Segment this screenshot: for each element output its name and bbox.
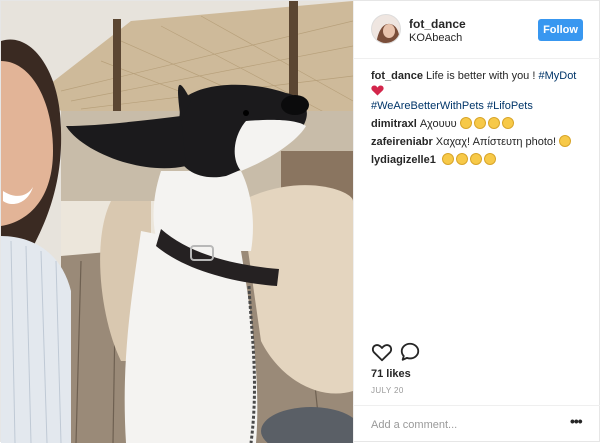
comment-icon[interactable] [399, 341, 423, 365]
smiling-emoji-icon [559, 135, 572, 147]
likes-count[interactable]: 71 likes [371, 368, 411, 380]
face-emoji-icon [487, 117, 500, 129]
header-location[interactable]: KOAbeach [409, 32, 462, 44]
hashtag-wearebetterwithpets[interactable]: #WeAreBetterWithPets [371, 100, 484, 112]
cat-emoji-icon [441, 153, 454, 165]
post-photo[interactable] [1, 1, 353, 443]
add-comment-bar: ••• [354, 405, 600, 443]
dog-photo-illustration [1, 1, 353, 443]
header-username[interactable]: fot_dance [409, 17, 466, 31]
face-emoji-icon [501, 117, 514, 129]
instagram-post: fot_dance KOAbeach Follow fot_dance Life … [0, 0, 600, 443]
post-date: JULY 20 [371, 386, 404, 395]
smiling-emoji-icon [459, 117, 472, 129]
smiling-emoji-icon [473, 117, 486, 129]
post-header: fot_dance KOAbeach Follow [354, 1, 600, 59]
comment-username[interactable]: zafeireniabr [371, 136, 433, 148]
cat-emoji-icon [455, 153, 468, 165]
avatar[interactable] [371, 14, 401, 44]
avatar-image [372, 15, 400, 43]
comment-username[interactable]: lydiagizelle1 [371, 154, 436, 166]
heart-icon[interactable] [371, 341, 395, 365]
heart-emoji-icon [371, 85, 384, 96]
caption-text: Life is better with you ! [425, 70, 539, 82]
comments-list: fot_dance Life is better with you ! #MyDo… [371, 69, 593, 171]
caption: fot_dance Life is better with you ! #MyDo… [371, 69, 593, 114]
add-comment-input[interactable] [371, 416, 551, 434]
cat-emoji-icon [469, 153, 482, 165]
hashtag-lifopets[interactable]: #LifoPets [487, 100, 533, 112]
comment-item: dimitraxl Αχουυυ [371, 117, 593, 132]
comment-text: Χαχαχ! Απίστευτη photo! [435, 136, 557, 148]
comment-username[interactable]: dimitraxl [371, 118, 417, 130]
comment-item: zafeireniabr Χαχαχ! Απίστευτη photo! [371, 135, 593, 150]
post-sidebar: fot_dance KOAbeach Follow fot_dance Life … [353, 1, 600, 443]
cat-emoji-icon [483, 153, 496, 165]
comment-item: lydiagizelle1 [371, 153, 593, 168]
more-options-icon[interactable]: ••• [570, 414, 586, 432]
post-actions [371, 341, 593, 365]
caption-username[interactable]: fot_dance [371, 70, 423, 82]
follow-button[interactable]: Follow [538, 19, 583, 41]
hashtag-mydot[interactable]: #MyDot [538, 70, 576, 82]
comment-text: Αχουυυ [419, 118, 457, 130]
